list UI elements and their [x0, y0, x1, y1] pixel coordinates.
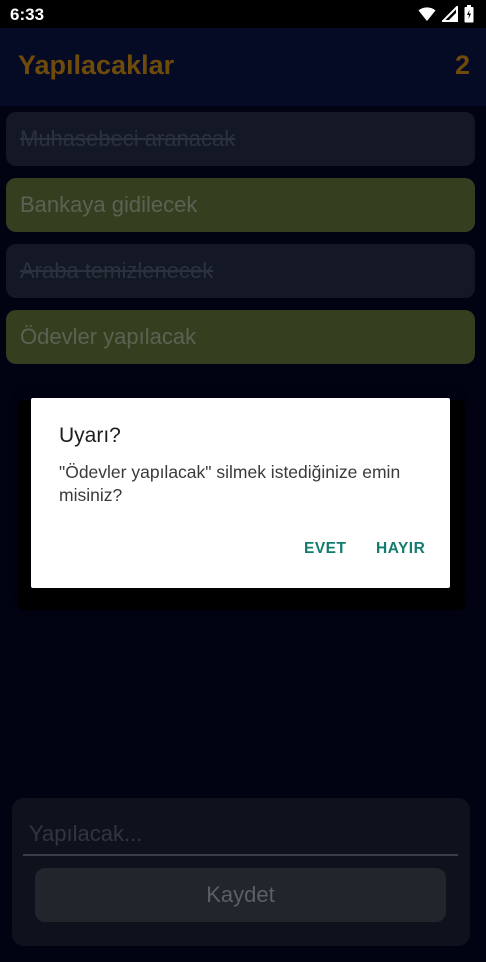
todo-input[interactable] [23, 814, 458, 854]
todo-item[interactable]: Bankaya gidilecek [6, 178, 475, 232]
app-bar: Yapılacaklar 2 [0, 28, 486, 106]
signal-icon [442, 6, 458, 22]
todo-item[interactable]: Ödevler yapılacak [6, 310, 475, 364]
new-todo-card: Kaydet [12, 798, 470, 946]
todo-item[interactable]: Araba temizlenecek [6, 244, 475, 298]
todo-item-text: Muhasebeci aranacak [20, 126, 236, 151]
save-button[interactable]: Kaydet [35, 868, 446, 922]
wifi-icon [418, 7, 436, 21]
delete-confirm-dialog: Uyarı? "Ödevler yapılacak" silmek istedi… [31, 398, 450, 588]
dialog-title: Uyarı? [59, 424, 121, 447]
todo-item-text: Bankaya gidilecek [20, 192, 198, 217]
dialog-message: "Ödevler yapılacak" silmek istediğinize … [59, 462, 401, 505]
todo-item[interactable]: Muhasebeci aranacak [6, 112, 475, 166]
app-title: Yapılacaklar [18, 50, 175, 80]
status-icons [418, 5, 474, 23]
todo-input-field[interactable] [23, 814, 458, 856]
todo-count: 2 [454, 50, 470, 80]
confirm-no-button[interactable]: HAYIR [376, 540, 425, 558]
status-bar: 6:33 [0, 0, 486, 28]
confirm-yes-button[interactable]: EVET [304, 540, 346, 558]
status-time: 6:33 [10, 5, 45, 24]
todo-item-text: Ödevler yapılacak [20, 324, 197, 349]
battery-icon [464, 5, 474, 23]
todo-item-text: Araba temizlenecek [20, 258, 214, 283]
